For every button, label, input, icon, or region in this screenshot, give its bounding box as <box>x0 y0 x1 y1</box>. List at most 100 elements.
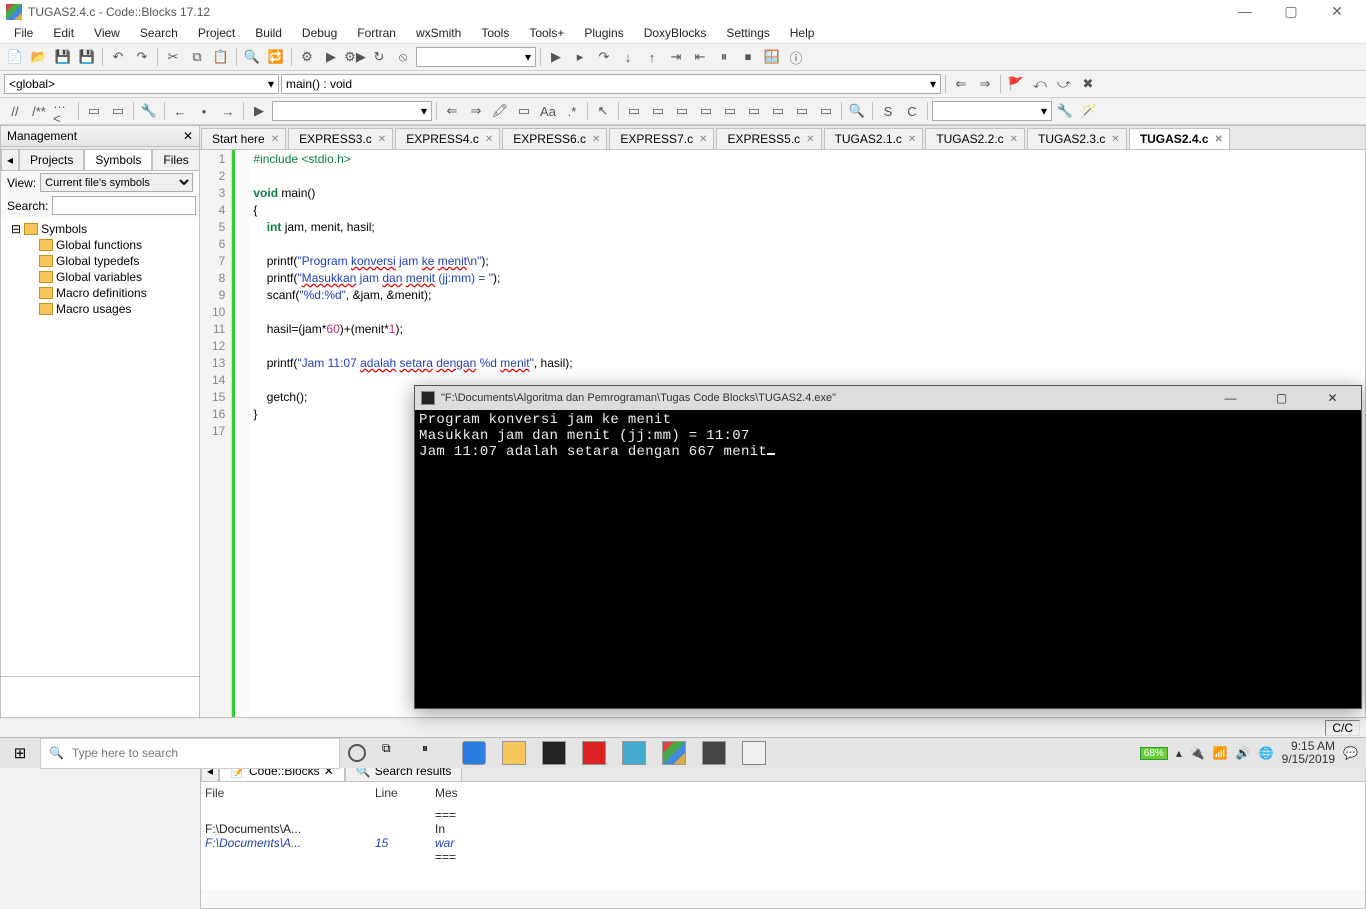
next-line-button[interactable]: ↷ <box>593 46 615 68</box>
editor-tab[interactable]: EXPRESS4.c✕ <box>395 128 500 149</box>
minimize-button[interactable]: — <box>1222 0 1268 23</box>
nav-fwd-button[interactable]: • <box>193 100 215 122</box>
toggle-comment-button[interactable]: // <box>4 100 26 122</box>
menu-view[interactable]: View <box>84 24 130 42</box>
break-button[interactable]: ⏸ <box>713 46 735 68</box>
cut-button[interactable]: ✂ <box>162 46 184 68</box>
taskbar-search[interactable]: 🔍 Type here to search <box>40 738 340 769</box>
cortana-icon[interactable] <box>348 744 366 762</box>
wrench-button[interactable]: 🔧 <box>138 100 160 122</box>
ui9-button[interactable]: ▭ <box>815 100 837 122</box>
tree-item[interactable]: Global variables <box>35 269 193 285</box>
ui4-button[interactable]: ▭ <box>695 100 717 122</box>
cursor-icon[interactable]: ↖ <box>592 100 614 122</box>
select-button[interactable]: ▭ <box>513 100 535 122</box>
notifications-icon[interactable]: 💬 <box>1343 746 1358 760</box>
box2-button[interactable]: ▭ <box>107 100 129 122</box>
symbols-tree[interactable]: ⊟ Symbols Global functions Global typede… <box>1 217 199 676</box>
ui3-button[interactable]: ▭ <box>671 100 693 122</box>
menu-plugins[interactable]: Plugins <box>574 24 633 42</box>
undo-button[interactable]: ↶ <box>107 46 129 68</box>
tree-root[interactable]: ⊟ Symbols <box>7 221 193 237</box>
battery-indicator[interactable]: 68% <box>1140 747 1168 760</box>
app1-icon[interactable] <box>622 741 646 765</box>
taskbar-clock[interactable]: 9:15 AM9/15/2019 <box>1282 740 1335 766</box>
system-tray[interactable]: 68% ▴ 🔌 📶 🔊 🌐 9:15 AM9/15/2019 💬 <box>1132 740 1366 766</box>
tree-item[interactable]: Global typedefs <box>35 253 193 269</box>
maximize-button[interactable]: ▢ <box>1268 0 1314 23</box>
editor-tab[interactable]: EXPRESS5.c✕ <box>716 128 821 149</box>
info-button[interactable]: ⓘ <box>785 46 807 68</box>
abort-button[interactable]: ⦸ <box>392 46 414 68</box>
letter-s-button[interactable]: S <box>877 100 899 122</box>
find-button[interactable]: 🔍 <box>241 46 263 68</box>
bookmark-clear-button[interactable]: ✖ <box>1077 73 1099 95</box>
wand-icon[interactable]: 🪄 <box>1078 100 1100 122</box>
step-out-button[interactable]: ↑ <box>641 46 663 68</box>
explorer-icon[interactable] <box>502 741 526 765</box>
save-button[interactable]: 💾 <box>52 46 74 68</box>
stop-debug-button[interactable]: ⏹ <box>737 46 759 68</box>
scope-combo[interactable]: <global>▾ <box>4 74 279 94</box>
mcafee-icon[interactable] <box>582 741 606 765</box>
menu-tools+[interactable]: Tools+ <box>519 24 574 42</box>
menu-build[interactable]: Build <box>245 24 292 42</box>
step-into-button[interactable]: ↓ <box>617 46 639 68</box>
new-file-button[interactable]: 📄 <box>4 46 26 68</box>
nav-back-button[interactable]: ← <box>169 100 191 122</box>
language-indicator[interactable]: 🌐 <box>1259 746 1274 760</box>
console-taskbar-icon[interactable] <box>742 741 766 765</box>
record-button[interactable]: ▶ <box>248 100 270 122</box>
edge-icon[interactable] <box>462 741 486 765</box>
ui6-button[interactable]: ▭ <box>743 100 765 122</box>
bookmark-prev-button[interactable]: ⤺ <box>1029 73 1051 95</box>
codeblocks-icon[interactable] <box>662 741 686 765</box>
save-all-button[interactable]: 💾 <box>76 46 98 68</box>
debug-windows-button[interactable]: 🪟 <box>761 46 783 68</box>
logs-body[interactable]: FileLineMes ===F:\Documents\A...InF:\Doc… <box>201 782 1365 890</box>
build-run-button[interactable]: ⚙▶ <box>344 46 366 68</box>
pause-icon[interactable]: ⏸ <box>422 741 446 765</box>
menu-tools[interactable]: Tools <box>471 24 519 42</box>
menu-search[interactable]: Search <box>130 24 188 42</box>
menu-help[interactable]: Help <box>780 24 825 42</box>
rebuild-button[interactable]: ↻ <box>368 46 390 68</box>
next-instr-button[interactable]: ⇥ <box>665 46 687 68</box>
console-titlebar[interactable]: "F:\Documents\Algoritma dan Pemrograman\… <box>415 386 1361 410</box>
function-combo[interactable]: main() : void▾ <box>281 74 941 94</box>
editor-tab[interactable]: TUGAS2.4.c✕ <box>1129 128 1230 149</box>
redo-button[interactable]: ↷ <box>131 46 153 68</box>
console-close-button[interactable]: ✕ <box>1310 391 1355 405</box>
tray-chevron-icon[interactable]: ▴ <box>1176 746 1182 760</box>
menu-project[interactable]: Project <box>188 24 245 42</box>
tab-symbols[interactable]: Symbols <box>84 149 152 170</box>
store-icon[interactable] <box>542 741 566 765</box>
regex-button[interactable]: .* <box>561 100 583 122</box>
step-instr-button[interactable]: ⇤ <box>689 46 711 68</box>
app2-icon[interactable] <box>702 741 726 765</box>
menu-file[interactable]: File <box>4 24 43 42</box>
prev-func-button[interactable]: ⇐ <box>950 73 972 95</box>
next-func-button[interactable]: ⇒ <box>974 73 996 95</box>
console-maximize-button[interactable]: ▢ <box>1259 391 1304 405</box>
console-output[interactable]: Program konversi jam ke menit Masukkan j… <box>415 410 1361 462</box>
tree-item[interactable]: Macro definitions <box>35 285 193 301</box>
zoom-button[interactable]: 🔍 <box>846 100 868 122</box>
gear-icon[interactable]: 🔧 <box>1054 100 1076 122</box>
fold-margin[interactable] <box>235 150 249 719</box>
letter-c-button[interactable]: C <box>901 100 923 122</box>
menu-doxyblocks[interactable]: DoxyBlocks <box>634 24 717 42</box>
editor-tab[interactable]: TUGAS2.1.c✕ <box>824 128 924 149</box>
tree-item[interactable]: Global functions <box>35 237 193 253</box>
build-target-combo[interactable]: ▾ <box>416 47 536 67</box>
box1-button[interactable]: ▭ <box>83 100 105 122</box>
copy-button[interactable]: ⧉ <box>186 46 208 68</box>
case-button[interactable]: Aa <box>537 100 559 122</box>
editor-tab[interactable]: Start here✕ <box>201 128 286 149</box>
run-to-cursor-button[interactable]: ▸ <box>569 46 591 68</box>
view-combo[interactable]: Current file's symbols <box>40 173 193 192</box>
tab-projects[interactable]: Projects <box>19 149 84 170</box>
tab-files[interactable]: Files <box>152 149 199 170</box>
menu-wxsmith[interactable]: wxSmith <box>406 24 471 42</box>
menu-debug[interactable]: Debug <box>292 24 347 42</box>
